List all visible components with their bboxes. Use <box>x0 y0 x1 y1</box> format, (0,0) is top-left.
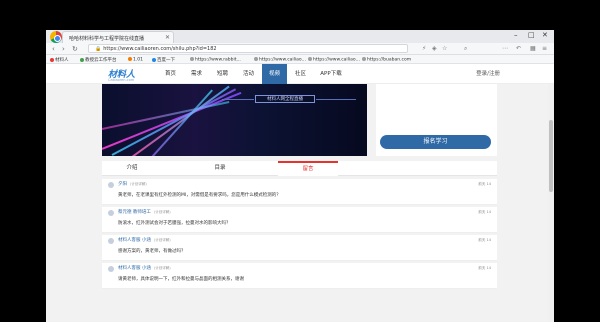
site-logo[interactable]: 材料人 Cailiaoren.com <box>108 67 160 82</box>
bookmark-item[interactable]: 材料人 <box>50 57 69 63</box>
comment-item: 材料人客服 小涵 (计划详解) 前天 14 请黄老师，具体说明一下，红外和拉曼与晶… <box>102 263 497 289</box>
signup-button[interactable]: 报名学习 <box>380 135 491 149</box>
bookmark-item[interactable]: https://www.rabbit... <box>190 57 241 63</box>
reload-icon[interactable]: ↻ <box>72 45 78 53</box>
menu-icon[interactable]: ≡ <box>542 45 547 52</box>
close-window-icon[interactable]: ✕ <box>542 31 548 39</box>
back-icon[interactable]: ‹ <box>52 45 55 53</box>
bookmark-icon <box>152 57 156 62</box>
star-icon[interactable]: ☆ <box>442 45 447 52</box>
bookmark-icon <box>362 57 366 61</box>
comment-list: 夕阳 (计划详解) 前天 14 黄老师，在老课里有红外检测的MI，对需借是有要求吗… <box>102 179 497 291</box>
grid-icon[interactable]: ▦ <box>530 45 536 52</box>
side-panel: 报名学习 <box>376 84 497 156</box>
maximize-icon[interactable]: □ <box>528 31 535 39</box>
comment-text: 黄老师，在老课里有红外检测的MI，对需借是有要求吗，您是用什么模式检测的？ <box>118 193 281 198</box>
main-content: 材料人网全程直播 报名学习 介绍 目录 留言 夕阳 (计划详解) 前天 14 黄老… <box>46 84 554 322</box>
banner-caption: 材料人网全程直播 <box>255 95 315 103</box>
page-scrollbar[interactable] <box>548 84 554 322</box>
bookmark-icon <box>254 57 258 61</box>
tab-catalog[interactable]: 目录 <box>190 161 250 176</box>
forward-icon[interactable]: › <box>62 45 65 53</box>
search-icon[interactable]: ⌕ <box>464 45 467 53</box>
bookmark-item[interactable]: 教授云工作平台 <box>80 57 117 63</box>
nav-app-download[interactable]: APP下载 <box>314 64 348 84</box>
comment-item: 夕阳 (计划详解) 前天 14 黄老师，在老课里有红外检测的MI，对需借是有要求吗… <box>102 179 497 205</box>
extensions-icon[interactable]: ⋯ <box>502 45 508 52</box>
address-bar-row: ‹ › ↻ 🔒 https://www.cailiaoren.com/shilu.… <box>46 43 554 55</box>
comment-user[interactable]: 蔡元德 教师培工 (计划详解) <box>118 209 171 215</box>
scrollbar-thumb[interactable] <box>549 120 553 192</box>
nav-jobs[interactable]: 短聘 <box>210 64 235 84</box>
browser-titlebar: 哈哈材料科学与工程学院在线直播 ✕ – □ ✕ <box>46 30 554 43</box>
comment-item: 蔡元德 教师培工 (计划详解) 前天 14 防滚水，红外测试会对于若膜强，拉曼对水… <box>102 207 497 233</box>
site-header: 材料人 Cailiaoren.com 首页 需求 短聘 活动 视频 社区 APP… <box>46 64 554 84</box>
comment-time: 前天 14 <box>478 266 491 270</box>
bookmark-item[interactable]: https://www.cailiao... <box>308 57 360 63</box>
avatar <box>108 210 114 216</box>
comment-user[interactable]: 材料人客服 小涵 (计划详解) <box>118 237 171 243</box>
bookmark-icon <box>80 57 84 62</box>
comment-text: 感谢方案的，黄老师，有做过吗？ <box>118 249 186 254</box>
bookmark-icon <box>50 57 54 62</box>
video-banner[interactable]: 材料人网全程直播 <box>102 84 367 156</box>
content-tabs: 介绍 目录 留言 <box>102 161 497 176</box>
bookmark-icon <box>308 57 312 61</box>
login-link[interactable]: 登录/注册 <box>476 64 500 84</box>
avatar <box>108 266 114 272</box>
decor-line <box>222 99 254 100</box>
tab-comments[interactable]: 留言 <box>278 161 338 176</box>
nav-events[interactable]: 活动 <box>236 64 261 84</box>
nav-demand[interactable]: 需求 <box>184 64 209 84</box>
tab-intro[interactable]: 介绍 <box>102 161 162 176</box>
tab-close-icon[interactable]: ✕ <box>165 34 170 41</box>
nav-home[interactable]: 首页 <box>158 64 183 84</box>
undo-icon[interactable]: ↶ <box>516 45 521 52</box>
nav-video[interactable]: 视频 <box>262 64 287 84</box>
comment-user[interactable]: 夕阳 (计划详解) <box>118 181 147 187</box>
comment-time: 前天 14 <box>478 210 491 214</box>
minimize-icon[interactable]: – <box>514 31 518 39</box>
bookmark-icon <box>128 57 132 61</box>
bookmark-item[interactable]: https://buaban.com <box>362 57 411 63</box>
lock-icon: 🔒 <box>95 46 102 52</box>
bookmark-item[interactable]: https://www.cailiao... <box>254 57 306 63</box>
bookmark-item[interactable]: 1.01 <box>128 57 143 63</box>
comment-user[interactable]: 材料人客服 小涵 (计划详解) <box>118 265 171 271</box>
comment-time: 前天 14 <box>478 182 491 186</box>
browser-logo-icon <box>50 31 62 43</box>
avatar <box>108 238 114 244</box>
browser-tab[interactable]: 哈哈材料科学与工程学院在线直播 ✕ <box>62 31 174 43</box>
shield-icon[interactable]: ◈ <box>432 45 437 52</box>
browser-window: 哈哈材料科学与工程学院在线直播 ✕ – □ ✕ ‹ › ↻ 🔒 https://w… <box>46 30 554 322</box>
url-input[interactable]: 🔒 https://www.cailiaoren.com/shilu.php?id… <box>88 44 408 53</box>
comment-item: 材料人客服 小涵 (计划详解) 前天 14 感谢方案的，黄老师，有做过吗？ <box>102 235 497 261</box>
comment-time: 前天 14 <box>478 238 491 242</box>
comment-text: 请黄老师，具体说明一下，红外和拉曼与晶面的相测关系，谢谢 <box>118 277 244 282</box>
lightning-icon[interactable]: ⚡ <box>422 45 426 52</box>
nav-community[interactable]: 社区 <box>288 64 313 84</box>
url-text: https://www.cailiaoren.com/shilu.php?id=… <box>103 46 217 52</box>
avatar <box>108 182 114 188</box>
comment-text: 防滚水，红外测试会对于若膜强，拉曼对水的影响大吗？ <box>118 221 231 226</box>
bookmark-item[interactable]: 百度一下 <box>152 57 175 63</box>
bookmark-icon <box>190 57 194 61</box>
decor-line <box>316 99 356 100</box>
bookmarks-bar: 材料人 教授云工作平台 1.01 百度一下 https://www.rabbit… <box>46 55 554 64</box>
tab-title: 哈哈材料科学与工程学院在线直播 <box>69 36 145 42</box>
